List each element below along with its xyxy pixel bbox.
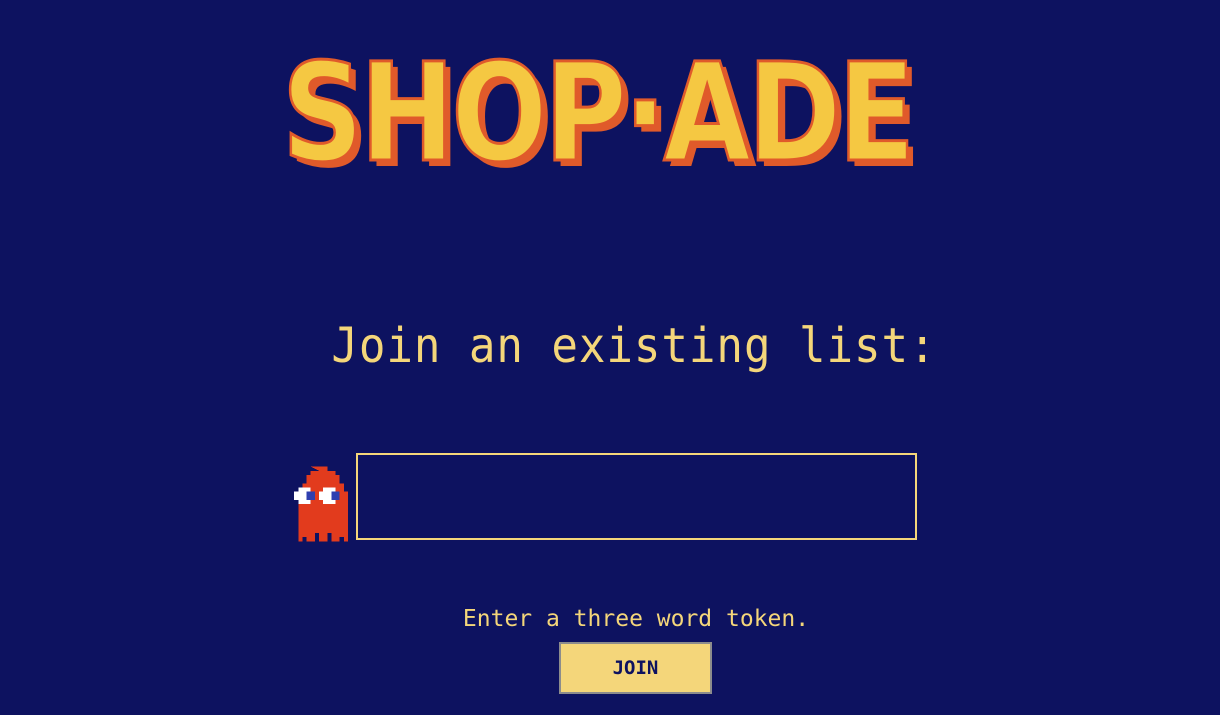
join-button[interactable]: JOIN bbox=[559, 642, 712, 694]
ghost-icon bbox=[294, 466, 348, 542]
shopade-logo: SHOP·ADE SHOP·ADE bbox=[281, 48, 921, 178]
page-heading: Join an existing list: bbox=[331, 318, 937, 374]
token-hint: Enter a three word token. bbox=[462, 606, 810, 632]
svg-text:SHOP·ADE: SHOP·ADE bbox=[282, 48, 912, 178]
token-input[interactable] bbox=[356, 453, 917, 540]
